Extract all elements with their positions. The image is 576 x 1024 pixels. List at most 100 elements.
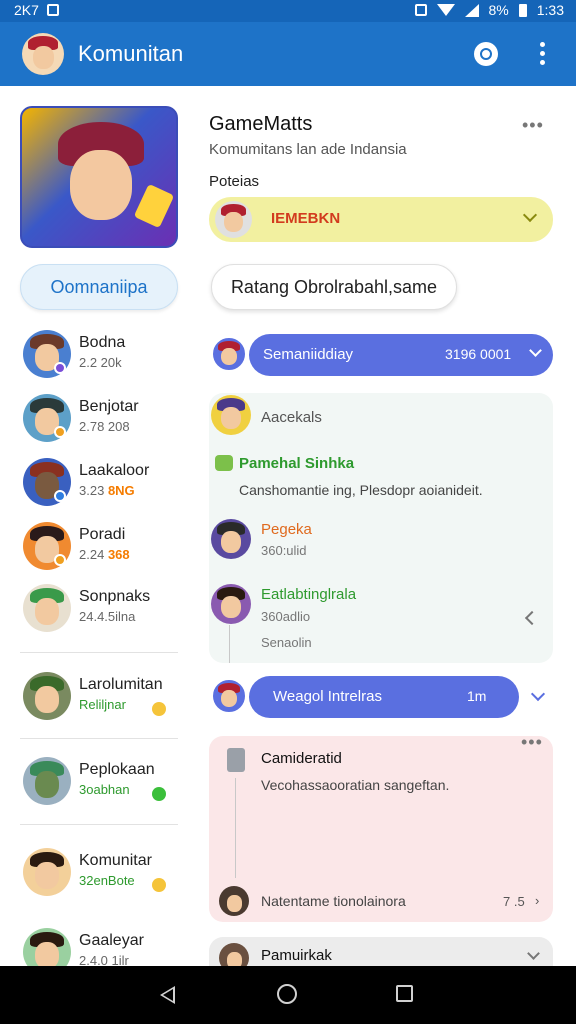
friend-name: Poradi — [79, 526, 126, 543]
chevron-down-icon[interactable] — [529, 344, 542, 357]
recents-icon[interactable] — [396, 985, 413, 1002]
divider — [20, 738, 178, 739]
avatar — [211, 678, 247, 714]
community-name: GameMatts — [209, 113, 313, 135]
featured-banner[interactable]: IEMEBKN — [209, 197, 553, 242]
notification-icon — [46, 4, 59, 16]
community-description: Komumitans lan ade Indansia — [209, 141, 407, 158]
more-vert-icon[interactable] — [540, 42, 546, 66]
section-label: Poteias — [209, 173, 260, 190]
join-button[interactable]: Oomnaniipa — [20, 264, 178, 310]
friend-meta: Reliljnar — [79, 697, 126, 712]
friend-name: Laakaloor — [79, 462, 150, 479]
friend-meta: 2.78 208 — [79, 419, 130, 434]
friend-meta: 2.2 20k — [79, 355, 122, 370]
avatar — [211, 584, 251, 624]
friend-item[interactable]: Bodna 2.2 20k — [20, 330, 190, 388]
divider — [20, 652, 178, 653]
vibrate-icon — [414, 4, 427, 16]
avatar — [23, 672, 71, 720]
status-dot — [152, 787, 166, 801]
channel-name: Semaniiddiay — [263, 346, 354, 363]
friend-item[interactable]: Benjotar 2.78 208 — [20, 394, 190, 452]
friend-item[interactable]: Sonpnaks 24.4.5ilna — [20, 584, 190, 642]
reply-meta: 360:ulid — [261, 543, 307, 558]
channel-name: Weagol Intrelras — [273, 688, 382, 705]
avatar — [23, 848, 71, 896]
status-text: 2K7 — [14, 2, 39, 18]
post-body: Canshomantie ing, Plesdopr aoianideit. — [239, 482, 483, 498]
thread-line — [235, 778, 236, 878]
avatar — [23, 584, 71, 632]
friend-name: Bodna — [79, 334, 126, 351]
friend-meta: 3.23 8NG — [79, 483, 135, 498]
app-bar: Komunitan — [0, 22, 576, 86]
post-body: Vecohassaooratian sangeftan. — [261, 777, 450, 793]
chevron-down-icon[interactable] — [522, 207, 538, 223]
channel-row[interactable]: Weagol Intrelras 1m — [209, 676, 553, 718]
community-cover-image — [20, 106, 178, 248]
chat-room-button[interactable]: Ratang Obrolrabahl,same — [211, 264, 457, 310]
channel-count: 1m — [467, 688, 487, 704]
thread-line — [229, 625, 230, 663]
friend-name: Gaaleyar — [79, 932, 144, 949]
friend-name: Komunitar — [79, 852, 152, 869]
status-dot — [54, 554, 66, 566]
back-icon[interactable] — [160, 986, 175, 1004]
friend-name: Sonpnaks — [79, 588, 151, 605]
system-nav-bar — [0, 966, 576, 1024]
avatar — [211, 519, 251, 559]
status-dot — [152, 702, 166, 716]
channel-row[interactable]: Semaniiddiay 3196 0001 — [209, 334, 553, 376]
friend-item[interactable]: Poradi 2.24 368 — [20, 522, 190, 580]
chevron-left-icon[interactable] — [524, 610, 540, 626]
thread-footer: Senaolin — [261, 635, 312, 650]
friend-name: Larolumitan — [79, 676, 163, 693]
friend-meta: 32enBote — [79, 873, 135, 888]
post-footer-text: Natentame tionolainora — [261, 893, 406, 909]
friend-item[interactable]: Laakaloor 3.23 8NG — [20, 458, 190, 516]
channel-count: 3196 0001 — [445, 346, 512, 362]
friend-meta: 2.24 368 — [79, 547, 130, 562]
status-bar: 2K7 8% 1:33 — [0, 0, 576, 22]
avatar — [211, 395, 251, 435]
banner-text: IEMEBKN — [271, 210, 341, 227]
battery-icon — [518, 3, 527, 17]
friend-item[interactable]: Larolumitan Reliljnar — [20, 672, 190, 730]
chevron-right-icon[interactable]: › — [535, 893, 539, 908]
trash-icon[interactable] — [227, 748, 245, 772]
post-title: Camideratid — [261, 750, 342, 767]
more-horiz-icon[interactable]: ••• — [522, 115, 544, 136]
friend-item[interactable]: Peplokaan 3oabhan — [20, 757, 190, 815]
friend-name: Peplokaan — [79, 761, 155, 778]
thread-panel: Aacekals Pamehal Sinhka Canshomantie ing… — [209, 393, 553, 663]
post-title: Pamehal Sinhka — [239, 455, 355, 472]
post-card[interactable]: Camideratid ••• Vecohassaooratian sangef… — [209, 732, 553, 922]
signal-icon — [464, 3, 479, 17]
chevron-down-icon[interactable] — [527, 947, 540, 960]
post-footer-meta: 7 .5 — [503, 894, 525, 909]
home-icon[interactable] — [277, 984, 297, 1004]
reply-name: Eatlabtinglrala — [261, 586, 357, 603]
reply-name: Pegeka — [261, 521, 312, 538]
friend-meta: 24.4.5ilna — [79, 609, 136, 624]
thread-header: Aacekals — [261, 409, 322, 426]
avatar — [219, 886, 249, 916]
wifi-icon — [436, 4, 455, 16]
reply-meta: 360adlio — [261, 609, 311, 624]
more-horiz-icon[interactable]: ••• — [521, 732, 543, 753]
friend-item[interactable]: Komunitar 32enBote — [20, 848, 190, 906]
post-title: Pamuirkak — [261, 947, 332, 964]
status-dot — [54, 362, 66, 374]
battery-level: 8% — [488, 2, 509, 18]
channel-pill[interactable]: Weagol Intrelras 1m — [249, 676, 519, 718]
friend-meta: 3oabhan — [79, 782, 130, 797]
status-dot — [152, 878, 166, 892]
status-dot — [54, 426, 66, 438]
avatar — [215, 201, 252, 238]
search-icon[interactable] — [474, 42, 498, 66]
chevron-down-icon[interactable] — [530, 686, 546, 702]
avatar — [211, 336, 247, 372]
community-logo-icon[interactable] — [22, 33, 64, 75]
channel-pill[interactable]: Semaniiddiay 3196 0001 — [249, 334, 553, 376]
